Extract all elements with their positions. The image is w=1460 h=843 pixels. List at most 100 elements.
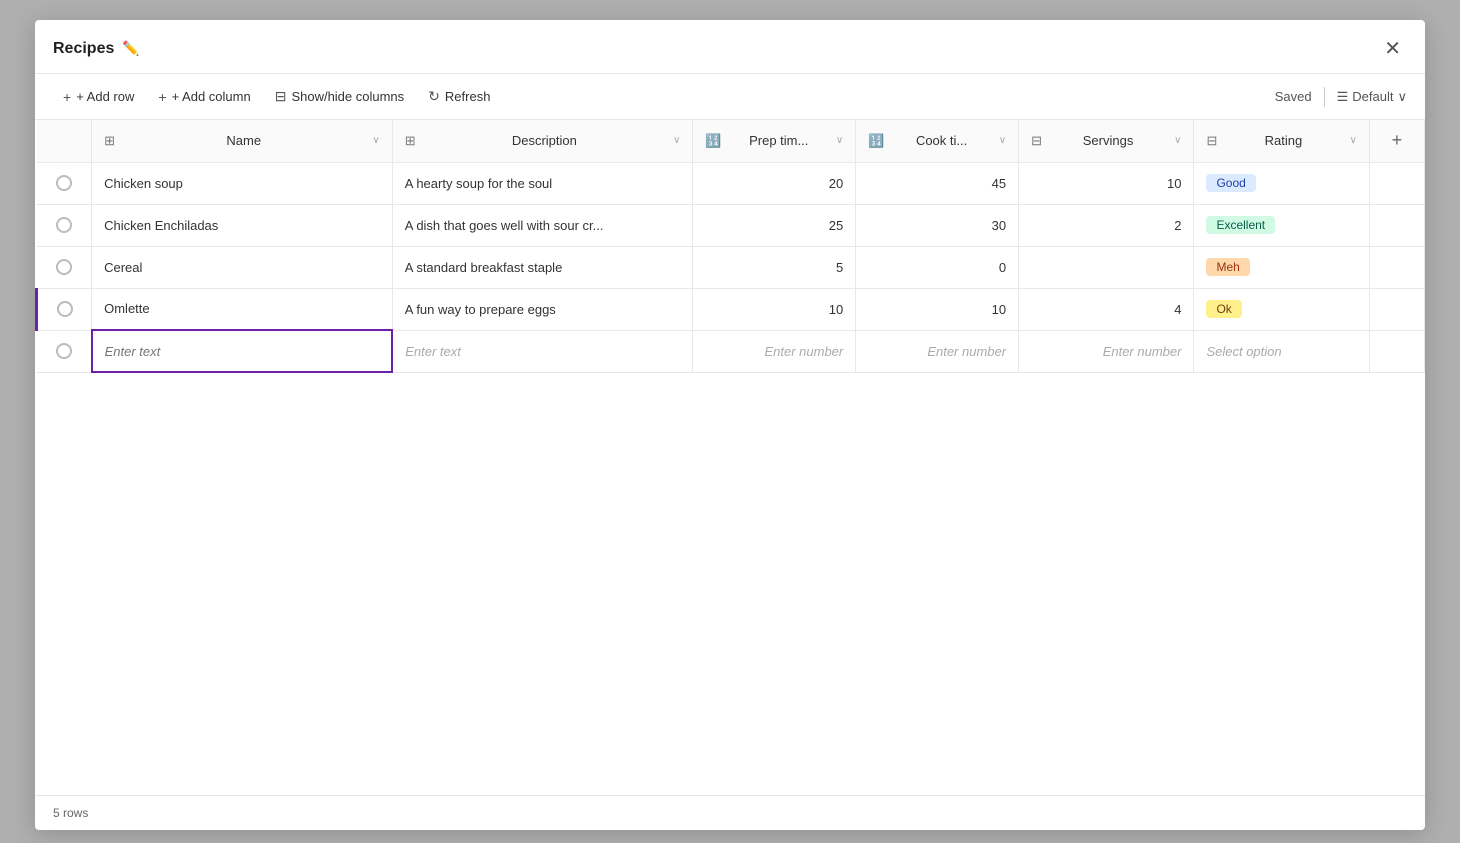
new-row-description-placeholder[interactable]: Enter text — [393, 331, 692, 372]
row-description-cell[interactable]: A dish that goes well with sour cr... — [392, 204, 693, 246]
refresh-button[interactable]: ↻ Refresh — [418, 82, 500, 111]
table-footer: 5 rows — [35, 795, 1425, 830]
servings-col-icon: ⊟ — [1031, 133, 1042, 149]
new-row-servings-cell[interactable]: Enter number — [1019, 330, 1194, 372]
row-servings-cell[interactable]: 2 — [1019, 204, 1194, 246]
default-view-label: Default — [1352, 89, 1393, 104]
add-row-icon: + — [63, 89, 71, 105]
new-row-servings-placeholder[interactable]: Enter number — [1019, 331, 1193, 372]
row-preptime-cell[interactable]: 25 — [693, 204, 856, 246]
col-header-name[interactable]: ⊞ Name ∨ — [92, 120, 393, 162]
row-cooktime-cell[interactable]: 10 — [856, 288, 1019, 330]
row-name-cell[interactable]: Chicken soup — [92, 162, 393, 204]
row-cooktime-cell[interactable]: 30 — [856, 204, 1019, 246]
chevron-down-icon: ∨ — [1397, 89, 1407, 105]
row-cooktime-value: 10 — [856, 289, 1018, 330]
name-col-sort[interactable]: ∨ — [372, 135, 379, 146]
row-cooktime-value: 30 — [856, 205, 1018, 246]
row-name-cell[interactable]: Chicken Enchiladas — [92, 204, 393, 246]
add-column-button[interactable]: + + Add column — [148, 83, 260, 111]
desc-col-icon: ⊞ — [405, 133, 416, 149]
row-preptime-cell[interactable]: 10 — [693, 288, 856, 330]
row-radio[interactable] — [56, 175, 72, 191]
row-name-cell[interactable]: Omlette — [92, 288, 393, 330]
add-column-plus-icon[interactable]: + — [1370, 120, 1424, 162]
preptime-col-sort[interactable]: ∨ — [836, 135, 843, 146]
servings-col-label: Servings — [1048, 133, 1168, 148]
row-description-value: A hearty soup for the soul — [393, 163, 693, 204]
list-icon: ☰ — [1337, 89, 1349, 105]
new-row-cooktime-cell[interactable]: Enter number — [856, 330, 1019, 372]
rating-col-sort[interactable]: ∨ — [1350, 135, 1357, 146]
rating-col-icon: ⊟ — [1206, 133, 1217, 149]
col-header-servings[interactable]: ⊟ Servings ∨ — [1019, 120, 1194, 162]
row-radio[interactable] — [57, 301, 73, 317]
row-name-cell[interactable]: Cereal — [92, 246, 393, 288]
row-rating-cell[interactable]: Meh — [1194, 246, 1369, 288]
row-checkbox-cell[interactable] — [37, 288, 92, 330]
new-row-preptime-cell[interactable]: Enter number — [693, 330, 856, 372]
rating-col-label: Rating — [1223, 133, 1343, 148]
servings-col-sort[interactable]: ∨ — [1174, 135, 1181, 146]
new-row-rating-placeholder[interactable]: Select option — [1194, 331, 1368, 372]
row-servings-cell[interactable] — [1019, 246, 1194, 288]
row-radio[interactable] — [56, 217, 72, 233]
cooktime-col-sort[interactable]: ∨ — [999, 135, 1006, 146]
row-preptime-cell[interactable]: 20 — [693, 162, 856, 204]
row-cooktime-cell[interactable]: 0 — [856, 246, 1019, 288]
row-description-value: A standard breakfast staple — [393, 247, 693, 288]
col-header-rating[interactable]: ⊟ Rating ∨ — [1194, 120, 1369, 162]
row-rating-cell[interactable]: Ok — [1194, 288, 1369, 330]
row-preptime-value: 20 — [693, 163, 855, 204]
new-row-name-input[interactable] — [93, 331, 392, 371]
col-header-preptime[interactable]: 🔢 Prep tim... ∨ — [693, 120, 856, 162]
new-row-radio[interactable] — [56, 343, 72, 359]
table-row: OmletteA fun way to prepare eggs10104Ok — [37, 288, 1425, 330]
cooktime-col-label: Cook ti... — [890, 133, 992, 148]
row-rating-cell[interactable]: Excellent — [1194, 204, 1369, 246]
toolbar-right: Saved ☰ Default ∨ — [1275, 87, 1407, 107]
table-body: Chicken soupA hearty soup for the soul20… — [37, 162, 1425, 372]
edit-title-icon[interactable]: ✏️ — [122, 40, 139, 57]
row-description-cell[interactable]: A standard breakfast staple — [392, 246, 693, 288]
row-name-value: Chicken Enchiladas — [92, 205, 392, 246]
row-checkbox-cell[interactable] — [37, 162, 92, 204]
default-view-selector[interactable]: ☰ Default ∨ — [1337, 89, 1407, 105]
add-column-icon: + — [158, 89, 166, 105]
col-header-description[interactable]: ⊞ Description ∨ — [392, 120, 693, 162]
desc-col-sort[interactable]: ∨ — [673, 135, 680, 146]
row-description-cell[interactable]: A fun way to prepare eggs — [392, 288, 693, 330]
name-col-icon: ⊞ — [104, 133, 115, 149]
row-rating-cell[interactable]: Good — [1194, 162, 1369, 204]
row-name-value: Omlette — [92, 289, 392, 330]
add-row-button[interactable]: + + Add row — [53, 83, 144, 111]
table-header-row: ⊞ Name ∨ ⊞ Description ∨ — [37, 120, 1425, 162]
new-row-rating-cell[interactable]: Select option — [1194, 330, 1369, 372]
table-row: CerealA standard breakfast staple50 Meh — [37, 246, 1425, 288]
cooktime-col-icon: 🔢 — [868, 133, 884, 149]
row-servings-cell[interactable]: 4 — [1019, 288, 1194, 330]
row-servings-value: 2 — [1019, 205, 1193, 246]
new-row-checkbox-cell[interactable] — [37, 330, 92, 372]
col-header-add[interactable]: + — [1369, 120, 1424, 162]
row-preptime-cell[interactable]: 5 — [693, 246, 856, 288]
row-description-cell[interactable]: A hearty soup for the soul — [392, 162, 693, 204]
col-header-cooktime[interactable]: 🔢 Cook ti... ∨ — [856, 120, 1019, 162]
row-servings-cell[interactable]: 10 — [1019, 162, 1194, 204]
row-checkbox-cell[interactable] — [37, 204, 92, 246]
show-hide-columns-button[interactable]: ⊟ Show/hide columns — [265, 82, 414, 111]
new-row-add-cell — [1369, 330, 1424, 372]
new-row-description-cell[interactable]: Enter text — [392, 330, 693, 372]
row-description-value: A fun way to prepare eggs — [393, 289, 693, 330]
row-radio[interactable] — [56, 259, 72, 275]
new-row-cooktime-placeholder[interactable]: Enter number — [856, 331, 1018, 372]
row-cooktime-cell[interactable]: 45 — [856, 162, 1019, 204]
new-row-preptime-placeholder[interactable]: Enter number — [693, 331, 855, 372]
table-container: ⊞ Name ∨ ⊞ Description ∨ — [35, 120, 1425, 795]
row-add-cell — [1369, 246, 1424, 288]
new-row-name-cell[interactable] — [92, 330, 393, 372]
row-cooktime-value: 0 — [856, 247, 1018, 288]
row-checkbox-cell[interactable] — [37, 246, 92, 288]
close-button[interactable]: ✕ — [1378, 34, 1407, 63]
rating-badge: Ok — [1206, 300, 1241, 318]
